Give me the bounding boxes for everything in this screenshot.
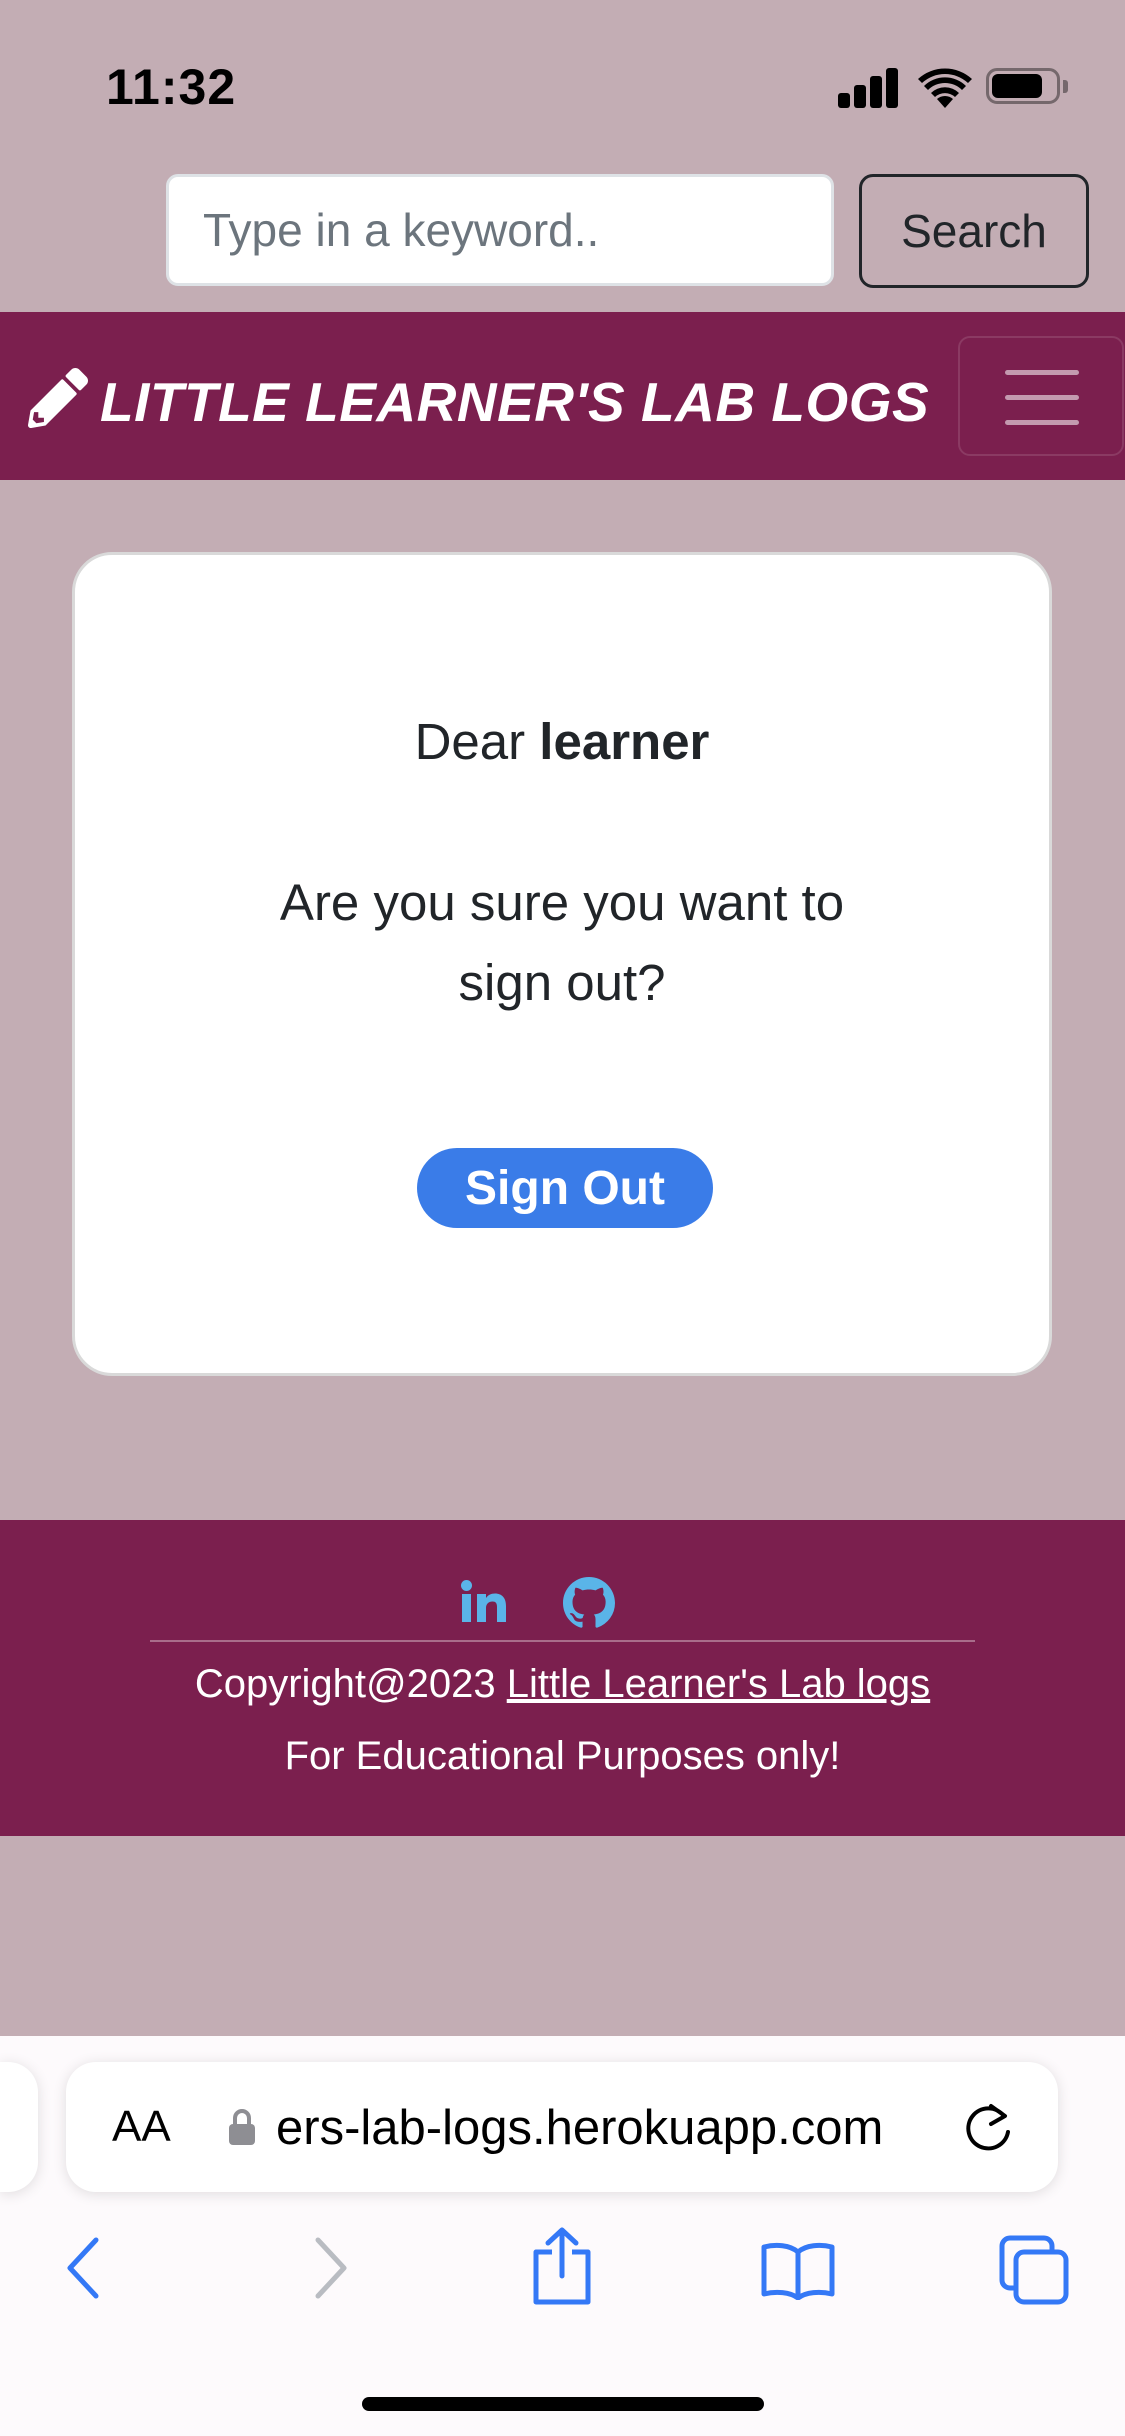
greeting-prefix: Dear [414,713,526,770]
forward-icon[interactable] [310,2236,350,2300]
navbar: LITTLE LEARNER'S LAB LOGS [0,312,1125,480]
footer-divider [150,1640,975,1642]
footer-site-link[interactable]: Little Learner's Lab logs [507,1662,930,1706]
back-icon[interactable] [64,2236,104,2300]
cellular-signal-icon [838,66,900,108]
brand-title[interactable]: LITTLE LEARNER'S LAB LOGS [100,370,929,434]
footer: Copyright@2023 Little Learner's Lab logs… [0,1520,1125,1836]
navbar-toggler-button[interactable] [958,336,1124,456]
text-size-button[interactable]: AA [112,2102,171,2152]
status-time: 11:32 [106,59,237,115]
browser-toolbar: AA ers-lab-logs.herokuapp.com [0,2036,1125,2436]
address-bar[interactable]: AA ers-lab-logs.herokuapp.com [66,2062,1058,2192]
signout-button[interactable]: Sign Out [417,1148,713,1228]
search-button[interactable]: Search [859,174,1089,288]
username: learner [539,713,710,770]
footer-note: For Educational Purposes only! [284,1734,841,1778]
previous-tab-peek[interactable] [0,2062,38,2192]
bookmarks-icon[interactable] [760,2240,836,2300]
copyright-prefix: Copyright@2023 [194,1662,496,1706]
url-text[interactable]: ers-lab-logs.herokuapp.com [276,2100,883,2156]
github-icon[interactable] [563,1577,615,1629]
search-input[interactable] [166,174,834,286]
linkedin-icon[interactable] [460,1580,508,1624]
wifi-icon [918,68,972,108]
tabs-icon[interactable] [998,2234,1070,2306]
signout-card: Dear learner Are you sure you want to si… [72,552,1052,1376]
pencil-icon [28,368,88,428]
footer-copyright: Copyright@2023 Little Learner's Lab logs [0,1662,1125,1707]
greeting: Dear learner [75,712,1049,771]
signout-question-line2: sign out? [458,954,666,1011]
lock-icon [229,2109,255,2145]
reload-icon[interactable] [964,2102,1014,2154]
share-icon[interactable] [530,2226,594,2306]
battery-icon [986,68,1070,108]
home-indicator[interactable] [362,2397,764,2411]
signout-question-line1: Are you sure you want to [279,874,845,931]
